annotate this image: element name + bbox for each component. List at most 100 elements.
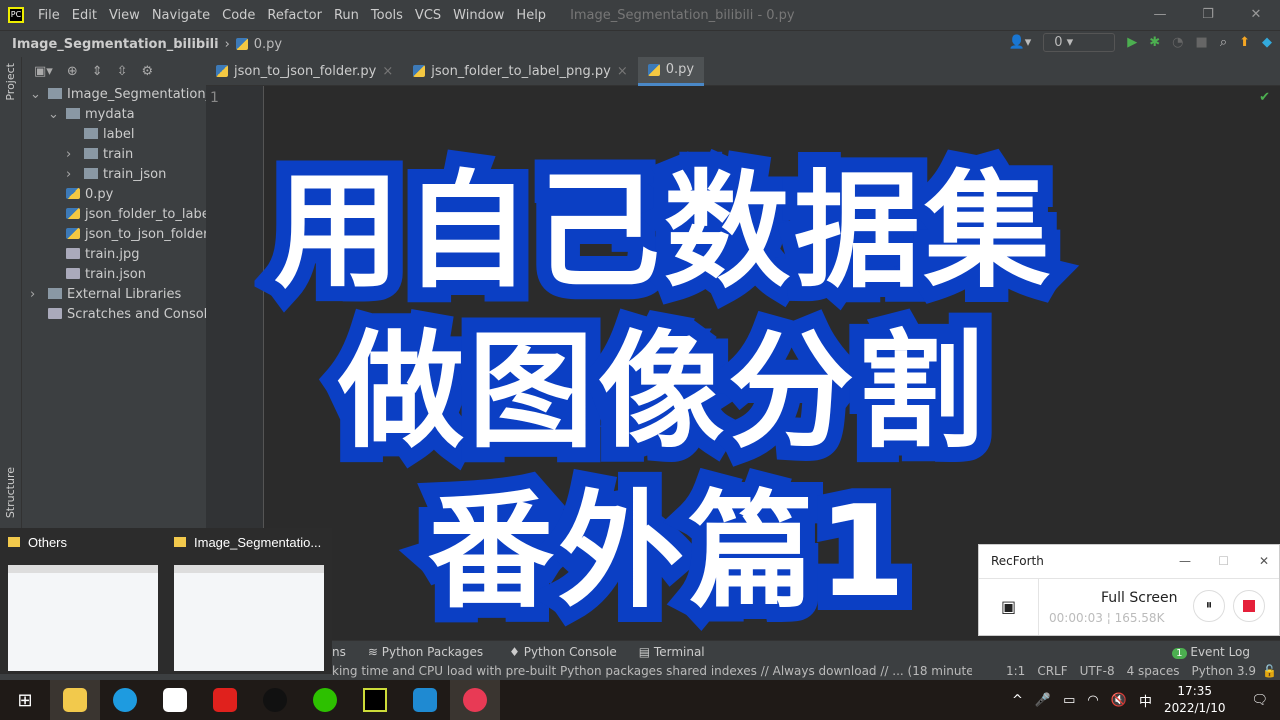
expand-arrow-icon[interactable]: ⌄ bbox=[30, 85, 48, 105]
tree-item-label: mydata bbox=[85, 107, 135, 122]
menu-code[interactable]: Code bbox=[216, 8, 261, 23]
nav-toolbar: 👤▾ 0 ▾ ▶ ✱ ◔ ■ ⌕ ⬆ ◆ bbox=[1009, 33, 1272, 52]
taskbar-file-explorer[interactable] bbox=[50, 680, 100, 720]
close-icon[interactable]: ✕ bbox=[1232, 0, 1280, 30]
tool-tab-partial[interactable]: ns bbox=[332, 645, 346, 659]
tool-tab-python-packages[interactable]: ≋ Python Packages bbox=[368, 645, 483, 659]
maximize-icon[interactable]: ☐ bbox=[1218, 545, 1229, 577]
tool-tab-python-console[interactable]: ♦ Python Console bbox=[509, 645, 617, 659]
update-icon[interactable]: ⬆ bbox=[1239, 35, 1250, 50]
project-tool-tab[interactable]: Project bbox=[4, 63, 17, 101]
label: Event Log bbox=[1190, 644, 1250, 659]
clock-time: 17:35 bbox=[1177, 684, 1213, 698]
tree-item-label: 0.py bbox=[85, 187, 114, 202]
taskbar-qq[interactable] bbox=[250, 680, 300, 720]
structure-tool-tab[interactable]: Structure bbox=[4, 467, 17, 518]
caret-position[interactable]: 1:1 bbox=[1006, 664, 1025, 678]
clock[interactable]: 17:35 2022/1/10 bbox=[1164, 683, 1226, 717]
tab-label: 0.py bbox=[665, 62, 695, 77]
menu-view[interactable]: View bbox=[103, 8, 146, 23]
capture-mode[interactable]: Full Screen bbox=[1101, 590, 1178, 606]
folder-icon bbox=[8, 537, 20, 547]
expand-arrow-icon[interactable]: › bbox=[66, 145, 84, 165]
expand-arrow-icon[interactable]: › bbox=[66, 165, 84, 185]
menu-navigate[interactable]: Navigate bbox=[146, 8, 216, 23]
breadcrumb-project[interactable]: Image_Segmentation_bilibili bbox=[12, 37, 219, 52]
run-config-select[interactable]: 0 ▾ bbox=[1043, 33, 1116, 52]
file-icon bbox=[66, 268, 80, 279]
expand-all-icon[interactable]: ⇕ bbox=[92, 64, 103, 79]
taskbar-edge[interactable] bbox=[100, 680, 150, 720]
status-message[interactable]: king time and CPU load with pre-built Py… bbox=[332, 664, 972, 678]
layers-icon: ≋ bbox=[367, 644, 382, 659]
start-button[interactable]: ⊞ bbox=[0, 680, 50, 720]
locate-icon[interactable]: ⊕ bbox=[67, 64, 78, 79]
editor-tabs: json_to_json_folder.py × json_folder_to_la… bbox=[206, 56, 1280, 86]
recordings-icon[interactable]: ▣ bbox=[979, 579, 1039, 635]
pycharm-logo-icon: PC bbox=[8, 7, 24, 23]
close-tab-icon[interactable]: × bbox=[382, 57, 393, 86]
microphone-icon[interactable]: 🎤 bbox=[1035, 693, 1051, 708]
gear-icon[interactable]: ⚙ bbox=[142, 64, 154, 79]
collapse-all-icon[interactable]: ⇳ bbox=[117, 64, 128, 79]
folder-icon bbox=[174, 537, 186, 547]
close-tab-icon[interactable]: × bbox=[617, 57, 628, 86]
view-mode-icon[interactable]: ▣▾ bbox=[34, 64, 53, 79]
editor-tab[interactable]: json_to_json_folder.py × bbox=[206, 57, 403, 86]
lock-icon[interactable]: 🔓 bbox=[1262, 664, 1277, 678]
line-separator[interactable]: CRLF bbox=[1037, 664, 1067, 678]
overlay-title-line1: 用自己数据集 bbox=[259, 143, 1065, 320]
search-icon[interactable]: ⌕ bbox=[1220, 35, 1227, 50]
tool-tab-terminal[interactable]: ▤ Terminal bbox=[639, 645, 705, 659]
notification-icon[interactable]: 🗨 bbox=[1251, 693, 1268, 708]
thumbnail-image-segmentation[interactable]: Image_Segmentatio... bbox=[166, 528, 330, 674]
menu-edit[interactable]: Edit bbox=[66, 8, 103, 23]
volume-muted-icon[interactable]: 🔇 bbox=[1111, 693, 1127, 708]
recorder-icon bbox=[463, 688, 487, 712]
input-method[interactable]: 中 bbox=[1139, 691, 1152, 710]
taskbar-pycharm[interactable] bbox=[350, 680, 400, 720]
thumbnail-others[interactable]: Others bbox=[0, 528, 164, 674]
taskbar-youdao[interactable] bbox=[200, 680, 250, 720]
show-hidden-icons[interactable]: ^ bbox=[1012, 693, 1023, 708]
minimize-icon[interactable]: — bbox=[1179, 545, 1191, 577]
label: Python Packages bbox=[381, 644, 484, 659]
taskbar-recforth[interactable] bbox=[450, 680, 500, 720]
debug-icon[interactable]: ✱ bbox=[1149, 35, 1160, 50]
run-icon[interactable]: ▶ bbox=[1127, 35, 1137, 50]
stop-icon[interactable]: ■ bbox=[1196, 35, 1208, 50]
menu-run[interactable]: Run bbox=[328, 8, 365, 23]
plugin-icon[interactable]: ◆ bbox=[1262, 35, 1272, 50]
interpreter[interactable]: Python 3.9 bbox=[1192, 664, 1257, 678]
expand-arrow-icon[interactable]: ⌄ bbox=[48, 105, 66, 125]
folder-icon bbox=[48, 88, 62, 99]
indent[interactable]: 4 spaces bbox=[1127, 664, 1180, 678]
menu-window[interactable]: Window bbox=[447, 8, 510, 23]
editor-tab[interactable]: json_folder_to_label_png.py × bbox=[403, 57, 638, 86]
editor-tab[interactable]: 0.py bbox=[637, 56, 705, 86]
pycharm-icon bbox=[363, 688, 387, 712]
battery-icon[interactable]: ▭ bbox=[1063, 693, 1075, 708]
menu-vcs[interactable]: VCS bbox=[409, 8, 447, 23]
expand-arrow-icon[interactable]: › bbox=[30, 285, 48, 305]
close-icon[interactable]: ✕ bbox=[1259, 545, 1269, 577]
coverage-icon[interactable]: ◔ bbox=[1172, 35, 1183, 50]
menu-tools[interactable]: Tools bbox=[365, 8, 409, 23]
stop-button[interactable] bbox=[1233, 590, 1265, 622]
user-icon[interactable]: 👤▾ bbox=[1009, 35, 1032, 50]
breadcrumb-file[interactable]: 0.py bbox=[254, 37, 282, 52]
tree-item-label: json_to_json_folder.p bbox=[85, 227, 220, 242]
file-encoding[interactable]: UTF-8 bbox=[1080, 664, 1115, 678]
taskbar-baidu-netdisk[interactable] bbox=[150, 680, 200, 720]
wifi-icon[interactable]: ◠ bbox=[1087, 693, 1098, 708]
restore-icon[interactable]: ❐ bbox=[1184, 0, 1232, 30]
taskbar-vscode[interactable] bbox=[400, 680, 450, 720]
menu-refactor[interactable]: Refactor bbox=[261, 8, 328, 23]
pause-button[interactable]: ⏸ bbox=[1193, 590, 1225, 622]
menu-help[interactable]: Help bbox=[510, 8, 552, 23]
minimize-icon[interactable]: — bbox=[1136, 0, 1184, 30]
event-log-button[interactable]: 1 Event Log bbox=[1172, 645, 1250, 659]
taskbar-wechat[interactable] bbox=[300, 680, 350, 720]
event-count-badge: 1 bbox=[1172, 647, 1187, 659]
menu-file[interactable]: File bbox=[32, 8, 66, 23]
